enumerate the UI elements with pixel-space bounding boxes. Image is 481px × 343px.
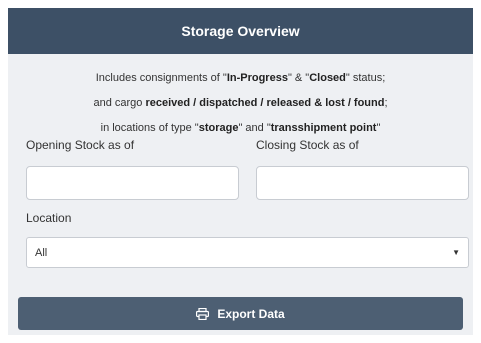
location-select[interactable]: All ▼: [26, 237, 469, 268]
print-icon: [196, 307, 210, 320]
location-field: Location All ▼: [26, 211, 469, 268]
desc-text: " status;: [345, 72, 386, 84]
closing-stock-field: Closing Stock as of: [256, 138, 469, 200]
desc-text: and cargo: [93, 97, 146, 109]
desc-text: in locations of type ": [100, 122, 199, 134]
desc-bold: received / dispatched / released & lost …: [145, 97, 385, 109]
desc-text: ": [376, 122, 381, 134]
export-data-label: Export Data: [217, 306, 285, 321]
opening-stock-field: Opening Stock as of: [26, 138, 239, 200]
opening-stock-label: Opening Stock as of: [26, 138, 135, 152]
desc-bold: transshipment point: [270, 122, 377, 134]
desc-text: Includes consignments of ": [95, 72, 227, 84]
description: Includes consignments of "In-Progress" &…: [8, 66, 473, 141]
caret-down-icon: ▼: [452, 248, 460, 257]
description-line-2: and cargo received / dispatched / releas…: [8, 91, 473, 116]
date-fields: Opening Stock as of Closing Stock as of: [8, 138, 473, 200]
panel-header: Storage Overview: [8, 8, 473, 54]
desc-text: " and ": [238, 122, 271, 134]
desc-bold: Closed: [309, 72, 346, 84]
export-data-button[interactable]: Export Data: [18, 297, 463, 330]
location-selected-value: All: [35, 246, 48, 259]
panel-title: Storage Overview: [181, 23, 300, 39]
closing-stock-input[interactable]: [256, 166, 469, 200]
desc-bold: In-Progress: [226, 72, 288, 84]
storage-overview-panel: Storage Overview Includes consignments o…: [8, 8, 473, 335]
desc-bold: storage: [198, 122, 239, 134]
desc-text: ;: [384, 97, 388, 109]
closing-stock-label: Closing Stock as of: [256, 138, 359, 152]
opening-stock-input[interactable]: [26, 166, 239, 200]
description-line-1: Includes consignments of "In-Progress" &…: [8, 66, 473, 91]
location-label: Location: [26, 211, 72, 225]
desc-text: " & ": [287, 72, 310, 84]
